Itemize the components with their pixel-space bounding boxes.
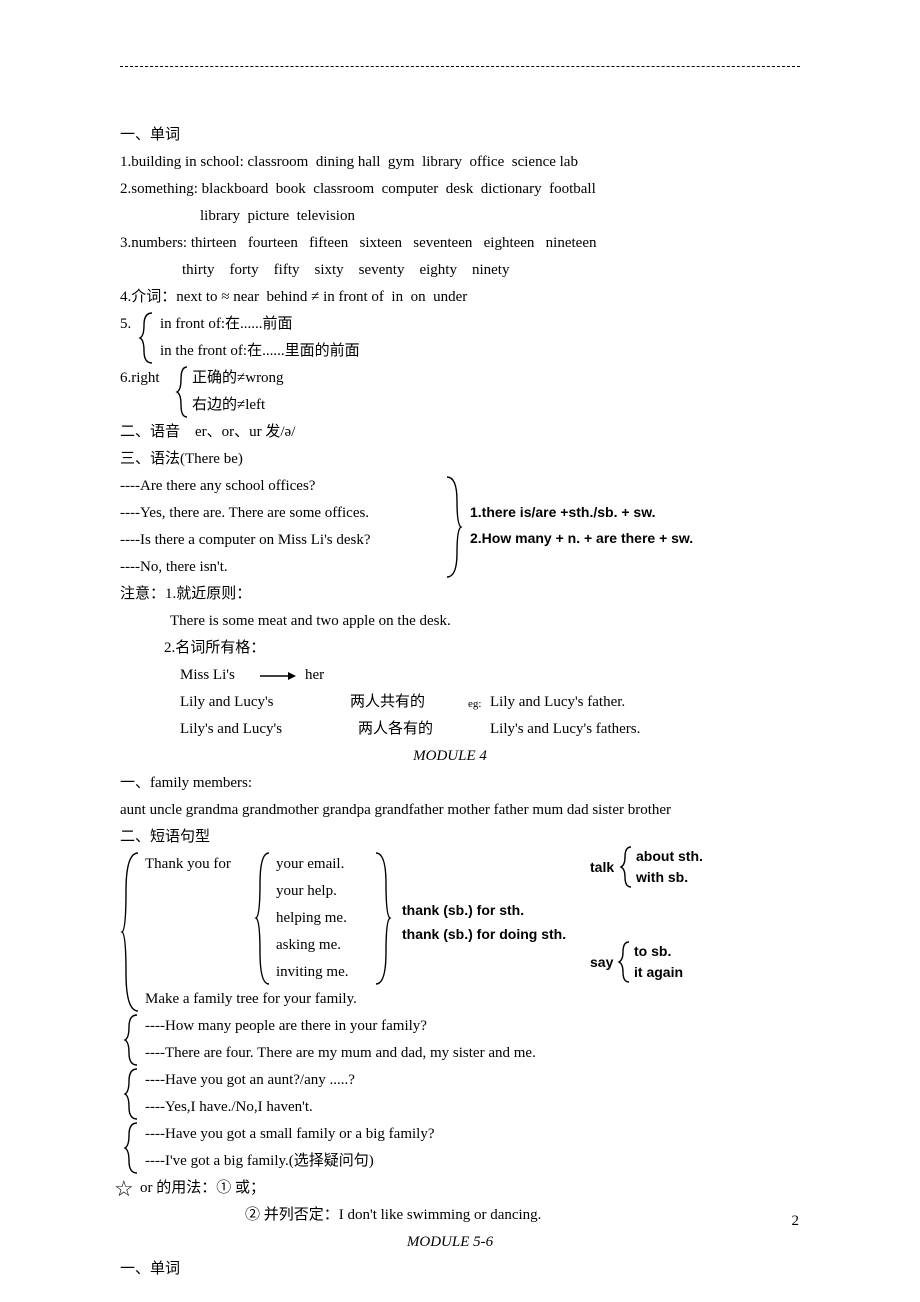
sec3-title: 三、语法(There be) (120, 446, 820, 473)
q1: ----Are there any school offices? (120, 473, 315, 500)
sec1-title: 一、单词 (120, 122, 820, 149)
line-something: 2.something: blackboard book classroom c… (120, 176, 820, 203)
dialog1: ----How many people are there in your fa… (120, 1013, 820, 1067)
brace-icon (620, 845, 634, 889)
opt1: your help. (276, 878, 337, 905)
say2: it again (634, 959, 683, 986)
d2a: ----Have you got an aunt?/any .....? (145, 1067, 355, 1094)
module56-heading: MODULE 5-6 (120, 1229, 780, 1256)
family-head: 一、family members: (120, 770, 820, 797)
opt3: asking me. (276, 932, 341, 959)
top-rule (120, 66, 800, 67)
poss3c: Lily's and Lucy's fathers. (490, 716, 640, 743)
brace-icon (124, 1121, 140, 1175)
there-be-block: ----Are there any school offices? ----Ye… (120, 473, 820, 581)
poss2c: Lily and Lucy's father. (490, 689, 625, 716)
poss3a: Lily's and Lucy's (180, 716, 282, 743)
or-row: ☆ or 的用法：① 或； (120, 1175, 820, 1202)
sec2-title: 二、语音 er、or、ur 发/ə/ (120, 419, 820, 446)
or-body: ② 并列否定：I don't like swimming or dancing. (120, 1202, 820, 1229)
poss2a: Lily and Lucy's (180, 689, 274, 716)
note1: 1.there is/are +sth./sb. + sw. (470, 499, 655, 526)
d3a: ----Have you got a small family or a big… (145, 1121, 435, 1148)
poss1a: Miss Li's (180, 662, 235, 689)
brace-left-icon (255, 851, 273, 986)
say-label: say (590, 949, 613, 976)
line-building: 1.building in school: classroom dining h… (120, 149, 820, 176)
module4-heading: MODULE 4 (120, 743, 780, 770)
item6-a: 正确的≠wrong (192, 365, 284, 392)
make-line: Make a family tree for your family. (120, 986, 820, 1013)
thank-note1: thank (sb.) for sth. (402, 897, 524, 924)
page-number: 2 (792, 1213, 800, 1230)
brace-icon (124, 1013, 140, 1067)
poss-row3: Lily's and Lucy's 两人各有的 Lily's and Lucy'… (120, 716, 820, 743)
brace-icon (618, 940, 632, 984)
or-head: or 的用法：① 或； (120, 1180, 265, 1196)
poss-row2: Lily and Lucy's 两人共有的 eg: Lily and Lucy'… (120, 689, 820, 716)
content: 一、单词 1.building in school: classroom din… (120, 122, 820, 1283)
d2b: ----Yes,I have./No,I haven't. (145, 1094, 313, 1121)
zy-ex: There is some meat and two apple on the … (120, 608, 820, 635)
line-numbers: 3.numbers: thirteen fourteen fifteen six… (120, 230, 820, 257)
line-prep: 4.介词：next to ≈ near behind ≠ in front of… (120, 284, 820, 311)
q2: ----Yes, there are. There are some offic… (120, 500, 369, 527)
family-list: aunt uncle grandma grandmother grandpa g… (120, 797, 820, 824)
dialog2: ----Have you got an aunt?/any .....? ---… (120, 1067, 820, 1121)
brace-right-icon (445, 475, 463, 579)
thank-note2: thank (sb.) for doing sth. (402, 921, 566, 948)
opt4: inviting me. (276, 959, 349, 986)
q4: ----No, there isn't. (120, 554, 228, 581)
item6-block: 6.right 正确的≠wrong 右边的≠left (120, 365, 820, 419)
q3: ----Is there a computer on Miss Li's des… (120, 527, 371, 554)
brace-icon (176, 365, 190, 419)
d3b: ----I've got a big family.(选择疑问句) (145, 1148, 374, 1175)
d1a: ----How many people are there in your fa… (145, 1013, 427, 1040)
item6-label: 6.right (120, 365, 160, 392)
item5-num: 5. (120, 311, 131, 338)
page: 一、单词 1.building in school: classroom din… (0, 0, 920, 1302)
line-numbers-cont: thirty forty fifty sixty seventy eighty … (120, 257, 820, 284)
arrow-icon (260, 672, 296, 684)
poss2b: 两人共有的 (350, 689, 425, 716)
dialog3: ----Have you got a small family or a big… (120, 1121, 820, 1175)
poss1b: her (305, 662, 324, 689)
opt0: your email. (276, 851, 344, 878)
opt2: helping me. (276, 905, 347, 932)
sec5-title: 一、单词 (120, 1256, 820, 1283)
note2: 2.How many + n. + are there + sw. (470, 525, 693, 552)
star-icon: ☆ (114, 1175, 134, 1202)
item6-b: 右边的≠left (192, 392, 265, 419)
item5-b: in the front of:在......里面的前面 (160, 338, 360, 365)
poss3b: 两人各有的 (358, 716, 433, 743)
line-something-cont: library picture television (120, 203, 820, 230)
poss-head: 2.名词所有格： (120, 635, 820, 662)
poss-row1: Miss Li's her (120, 662, 820, 689)
item5-a: in front of:在......前面 (160, 311, 293, 338)
brace-right-icon (374, 851, 392, 986)
d1b: ----There are four. There are my mum and… (145, 1040, 536, 1067)
thank-block: Thank you for your email. your help. hel… (120, 851, 820, 986)
brace-icon (138, 311, 156, 365)
phrase-head: 二、短语句型 (120, 824, 820, 851)
brace-icon (124, 1067, 140, 1121)
brace-big-left-icon (120, 851, 142, 1013)
talk2: with sb. (636, 864, 688, 891)
item5-block: 5. in front of:在......前面 in the front of… (120, 311, 820, 365)
poss2eg: eg: (468, 691, 481, 718)
talk-label: talk (590, 854, 614, 881)
zy-head: 注意：1.就近原则： (120, 581, 820, 608)
thank-label: Thank you for (145, 851, 231, 878)
